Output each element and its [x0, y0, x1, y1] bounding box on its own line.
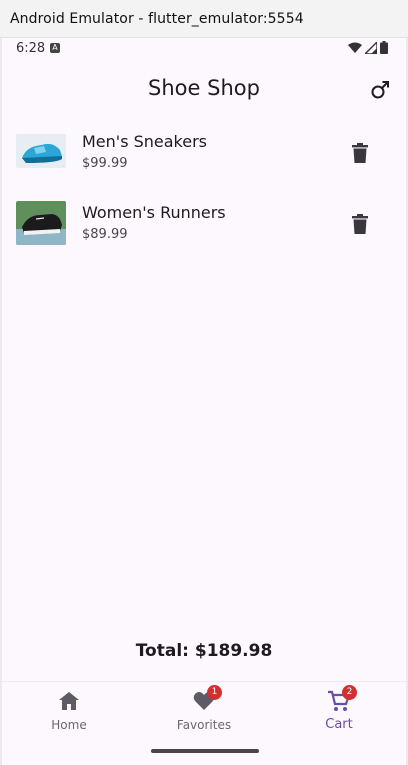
accessibility-icon: A: [50, 43, 60, 53]
trash-icon: [352, 214, 368, 234]
system-icons: [348, 41, 388, 54]
status-bar: 6:28 A: [2, 38, 406, 62]
product-image: [16, 134, 66, 168]
product-name: Women's Runners: [82, 203, 226, 222]
page-title: Shoe Shop: [148, 76, 260, 100]
cart-total: Total: $189.98: [135, 641, 273, 661]
cart-item: Women's Runners $89.99: [2, 189, 406, 260]
phone-screen: 6:28 A Shoe Shop Men's Sneakers $99.99 W…: [2, 38, 406, 765]
window-title: Android Emulator - flutter_emulator:5554: [0, 0, 408, 38]
gesture-bar[interactable]: [151, 749, 259, 753]
nav-home[interactable]: Home: [2, 682, 136, 742]
nav-label: Favorites: [176, 718, 232, 732]
signal-icon: [365, 41, 377, 54]
home-icon: [57, 690, 81, 712]
cart-item: Men's Sneakers $99.99: [2, 118, 406, 189]
app-bar: Shoe Shop: [2, 62, 406, 118]
product-price: $99.99: [82, 156, 128, 171]
battery-icon: [380, 41, 388, 54]
nav-favorites[interactable]: 1 Favorites: [137, 682, 271, 742]
product-name: Men's Sneakers: [82, 132, 208, 151]
product-image: [16, 201, 66, 245]
heart-icon: 1: [192, 685, 222, 712]
nav-label: Home: [51, 718, 87, 732]
delete-button[interactable]: [350, 213, 370, 235]
nav-label: Cart: [325, 717, 353, 732]
delete-button[interactable]: [350, 142, 370, 164]
male-symbol-icon[interactable]: [366, 76, 394, 104]
product-price: $89.99: [82, 227, 128, 242]
cart-badge: 2: [342, 685, 357, 700]
cart-list: Men's Sneakers $99.99 Women's Runners $8…: [2, 118, 406, 260]
trash-icon: [352, 143, 368, 163]
nav-cart[interactable]: 2 Cart: [272, 682, 406, 742]
favorites-badge: 1: [207, 685, 222, 700]
wifi-icon: [348, 42, 362, 53]
status-time: 6:28: [16, 41, 46, 56]
cart-icon: 2: [327, 685, 357, 712]
